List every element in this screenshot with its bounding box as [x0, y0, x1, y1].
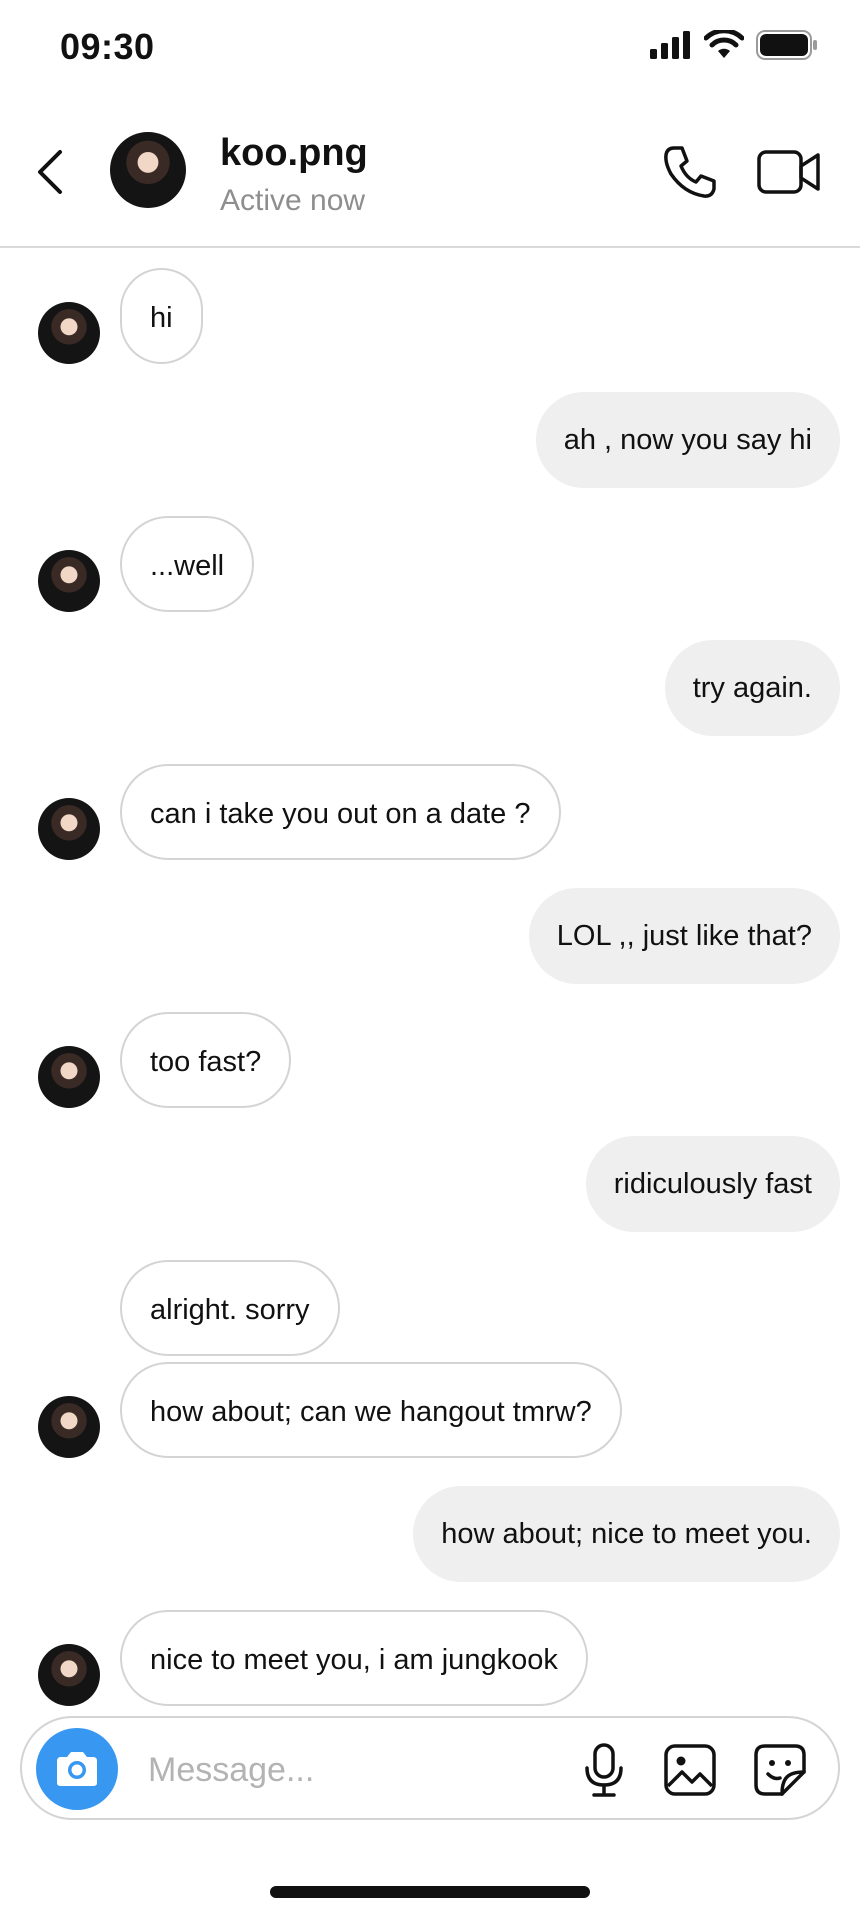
chevron-left-icon	[38, 150, 62, 194]
status-bar: 09:30	[0, 0, 860, 100]
cellular-signal-icon	[650, 31, 690, 59]
chat-header: koo.png Active now	[0, 100, 860, 248]
sticker-icon	[754, 1744, 806, 1796]
home-indicator[interactable]	[270, 1886, 590, 1898]
incoming-message[interactable]: nice to meet you, i am jungkook	[120, 1610, 588, 1706]
outgoing-message[interactable]: how about; nice to meet you.	[413, 1486, 840, 1582]
sender-avatar[interactable]	[38, 1046, 100, 1108]
sender-avatar[interactable]	[38, 1396, 100, 1458]
outgoing-message[interactable]: LOL ,, just like that?	[528, 888, 840, 984]
contact-status: Active now	[220, 184, 366, 217]
gallery-button[interactable]	[662, 1742, 718, 1798]
message-thread: hi ah , now you say hi ...well try again…	[0, 250, 860, 1710]
image-icon	[664, 1744, 716, 1796]
voice-call-button[interactable]	[660, 142, 720, 202]
battery-icon	[756, 30, 817, 60]
outgoing-message[interactable]: ah , now you say hi	[535, 392, 840, 488]
incoming-message[interactable]: too fast?	[120, 1012, 292, 1108]
outgoing-message[interactable]: ridiculously fast	[585, 1136, 840, 1232]
status-icons	[650, 30, 818, 60]
sender-avatar[interactable]	[38, 302, 100, 364]
sender-avatar[interactable]	[38, 798, 100, 860]
voice-message-button[interactable]	[580, 1742, 628, 1798]
sticker-button[interactable]	[752, 1742, 808, 1798]
dm-screen: 09:30 koo.png Active now hi ah , now you…	[0, 0, 860, 1920]
incoming-message[interactable]: can i take you out on a date ?	[120, 764, 561, 860]
message-composer	[20, 1716, 840, 1820]
phone-icon	[664, 146, 716, 198]
contact-avatar[interactable]	[110, 132, 186, 208]
video-call-button[interactable]	[756, 146, 822, 198]
video-camera-icon	[757, 150, 820, 194]
incoming-message[interactable]: how about; can we hangout tmrw?	[120, 1362, 622, 1458]
back-button[interactable]	[30, 146, 70, 198]
microphone-icon	[585, 1743, 623, 1797]
outgoing-message[interactable]: try again.	[664, 640, 840, 736]
status-time: 09:30	[60, 26, 155, 67]
incoming-message[interactable]: ...well	[120, 516, 255, 612]
camera-icon	[57, 1752, 97, 1786]
sender-avatar[interactable]	[38, 550, 100, 612]
contact-name[interactable]: koo.png	[220, 132, 368, 175]
sender-avatar[interactable]	[38, 1644, 100, 1706]
wifi-icon	[704, 30, 744, 58]
message-input[interactable]	[148, 1744, 468, 1796]
incoming-message[interactable]: alright. sorry	[120, 1260, 340, 1356]
incoming-message[interactable]: hi	[120, 268, 203, 364]
camera-button[interactable]	[36, 1728, 118, 1810]
